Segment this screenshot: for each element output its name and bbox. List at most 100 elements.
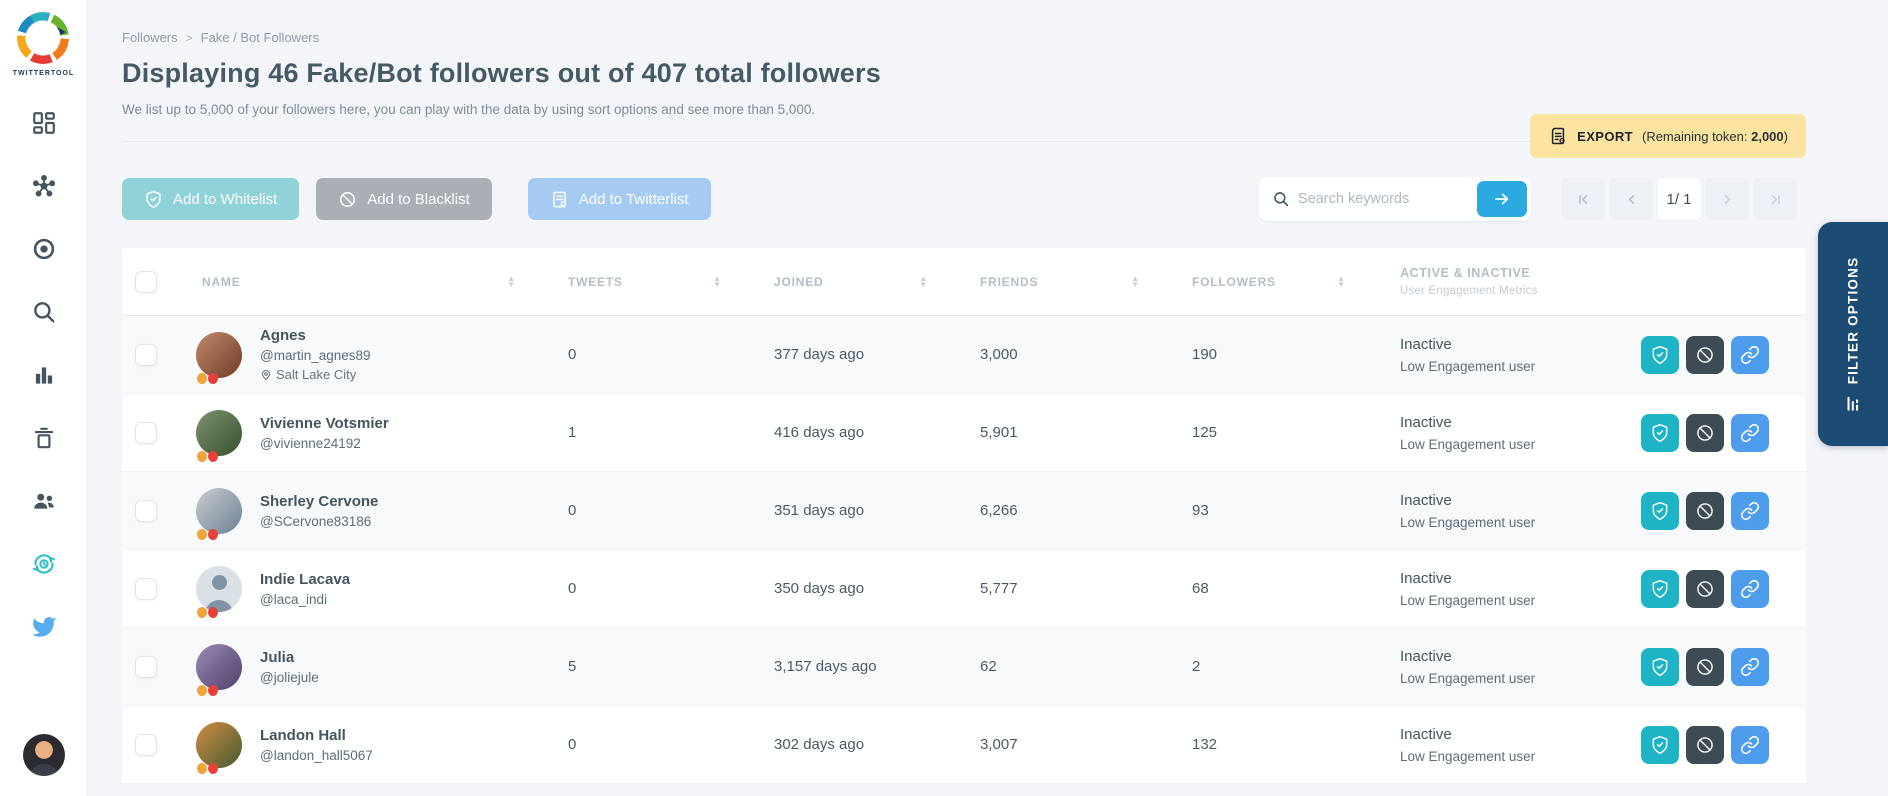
link-icon [1740, 735, 1760, 754]
target-icon[interactable] [30, 235, 57, 262]
dashboard-icon[interactable] [30, 109, 57, 136]
user-name[interactable]: Landon Hall [260, 727, 373, 744]
table-row: Landon Hall @landon_hall5067 0 302 days … [122, 706, 1806, 784]
user-name[interactable]: Vivienne Votsmier [260, 415, 389, 432]
trash-icon[interactable] [30, 424, 57, 451]
add-to-blacklist-button[interactable]: Add to Blacklist [316, 178, 492, 220]
status-dot-orange [197, 762, 207, 774]
row-whitelist-button[interactable] [1641, 413, 1679, 452]
filter-icon [1847, 396, 1859, 411]
row-blacklist-button[interactable] [1686, 491, 1724, 530]
row-link-button[interactable] [1731, 491, 1769, 530]
filter-options-tab[interactable]: FILTER OPTIONS [1818, 222, 1888, 446]
refresh-clock-icon[interactable] [30, 550, 57, 577]
prev-page-button[interactable] [1609, 178, 1653, 220]
user-handle[interactable]: @joliejule [260, 670, 319, 685]
export-file-icon [1551, 127, 1565, 145]
row-link-button[interactable] [1731, 413, 1769, 452]
avatar-wrap [196, 565, 242, 618]
add-to-twitterlist-button[interactable]: Add to Twitterlist [527, 178, 711, 220]
col-engagement-title: ACTIVE & INACTIVE [1400, 266, 1531, 280]
row-checkbox[interactable] [135, 733, 157, 756]
row-checkbox[interactable] [135, 577, 157, 600]
bar-chart-icon[interactable] [30, 361, 57, 388]
avatar[interactable] [196, 643, 242, 690]
avatar-wrap [196, 331, 242, 384]
row-checkbox[interactable] [135, 343, 157, 366]
cell-followers: 132 [1192, 736, 1218, 753]
user-name[interactable]: Agnes [260, 327, 371, 344]
next-page-button[interactable] [1705, 178, 1749, 220]
row-blacklist-button[interactable] [1686, 335, 1724, 374]
row-link-button[interactable] [1731, 569, 1769, 608]
row-whitelist-button[interactable] [1641, 569, 1679, 608]
avatar[interactable] [196, 565, 242, 612]
first-page-button[interactable] [1561, 178, 1605, 220]
row-blacklist-button[interactable] [1686, 569, 1724, 608]
status-label: Inactive [1400, 647, 1452, 665]
user-name[interactable]: Julia [260, 649, 319, 666]
row-whitelist-button[interactable] [1641, 647, 1679, 686]
avatar-wrap [196, 487, 242, 540]
row-checkbox[interactable] [135, 499, 157, 522]
list-plus-icon [553, 191, 566, 207]
row-checkbox[interactable] [135, 655, 157, 678]
app-logo[interactable]: TWITTERTOOL [13, 12, 74, 77]
sort-name[interactable]: ▲ ▼ [507, 274, 516, 288]
user-profile-avatar[interactable] [22, 734, 65, 776]
avatar[interactable] [196, 487, 242, 534]
add-to-whitelist-button[interactable]: Add to Whitelist [122, 178, 300, 220]
select-all-checkbox[interactable] [135, 270, 157, 293]
row-whitelist-button[interactable] [1641, 725, 1679, 764]
row-whitelist-button[interactable] [1641, 491, 1679, 530]
sort-joined[interactable]: ▲ ▼ [919, 274, 928, 288]
row-link-button[interactable] [1731, 647, 1769, 686]
last-page-button[interactable] [1753, 178, 1797, 220]
search-input[interactable] [1290, 191, 1477, 207]
user-location-text: Salt Lake City [276, 367, 357, 382]
users-icon[interactable] [30, 487, 57, 514]
avatar[interactable] [196, 721, 242, 768]
status-sub-label: Low Engagement user [1400, 436, 1536, 452]
user-name[interactable]: Sherley Cervone [260, 493, 378, 510]
cell-tweets: 0 [568, 346, 577, 363]
block-icon [1697, 346, 1713, 363]
user-handle[interactable]: @vivienne24192 [260, 436, 389, 451]
link-icon [1740, 501, 1760, 520]
sort-tweets[interactable]: ▲ ▼ [713, 274, 722, 288]
row-blacklist-button[interactable] [1686, 725, 1724, 764]
table-header-row: NAME ▲ ▼ TWEETS ▲ ▼ JOINED ▲ ▼ FRIENDS ▲ ▼ FOLLO… [122, 248, 1806, 316]
twitter-icon[interactable] [30, 613, 57, 640]
row-checkbox[interactable] [135, 421, 157, 444]
shield-check-icon [1652, 345, 1668, 364]
user-handle[interactable]: @martin_agnes89 [260, 348, 371, 363]
row-whitelist-button[interactable] [1641, 335, 1679, 374]
user-handle[interactable]: @SCervone83186 [260, 514, 378, 529]
avatar[interactable] [196, 409, 242, 456]
row-blacklist-button[interactable] [1686, 647, 1724, 686]
sort-followers[interactable]: ▲ ▼ [1337, 274, 1346, 288]
cell-followers: 93 [1192, 502, 1209, 519]
avatar[interactable] [196, 331, 242, 378]
user-handle[interactable]: @laca_indi [260, 592, 350, 607]
export-button[interactable]: EXPORT (Remaining token: 2,000) [1530, 114, 1806, 158]
shield-check-icon [1652, 579, 1668, 598]
network-icon[interactable] [30, 172, 57, 199]
status-dot-red [208, 606, 218, 618]
row-link-button[interactable] [1731, 725, 1769, 764]
row-blacklist-button[interactable] [1686, 413, 1724, 452]
search-icon[interactable] [30, 298, 57, 325]
col-name: NAME [202, 274, 241, 289]
row-link-button[interactable] [1731, 335, 1769, 374]
status-label: Inactive [1400, 335, 1452, 353]
sort-friends[interactable]: ▲ ▼ [1131, 274, 1140, 288]
cell-joined: 350 days ago [774, 580, 865, 597]
cell-tweets: 0 [568, 502, 577, 519]
user-handle[interactable]: @landon_hall5067 [260, 748, 373, 763]
breadcrumb-section[interactable]: Followers [122, 30, 178, 45]
filter-options-label: FILTER OPTIONS [1845, 256, 1861, 384]
search-submit-button[interactable] [1477, 181, 1527, 217]
user-name[interactable]: Indie Lacava [260, 571, 350, 588]
link-icon [1740, 423, 1760, 442]
status-dot-orange [197, 528, 207, 540]
